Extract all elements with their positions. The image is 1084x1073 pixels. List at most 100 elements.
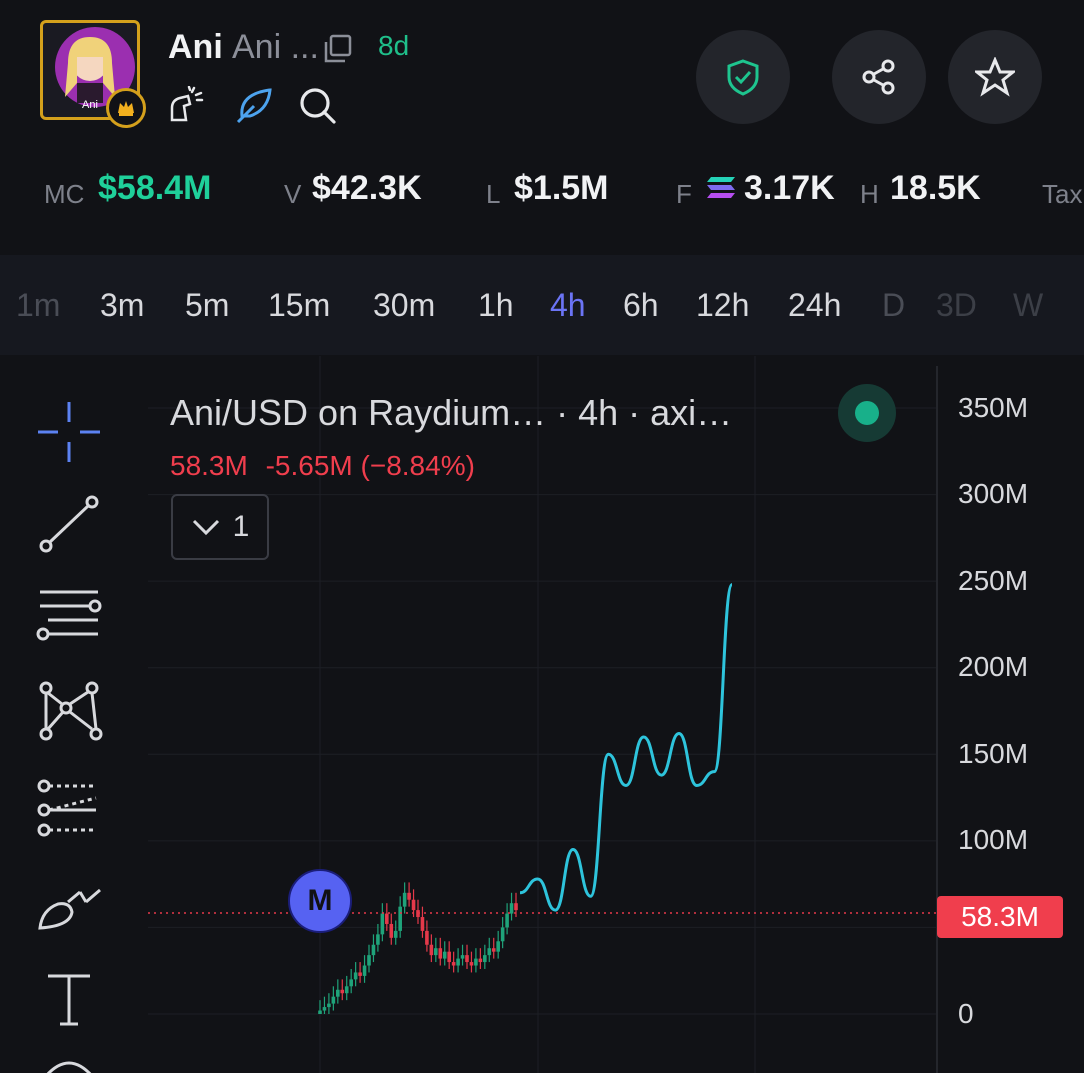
candle-body <box>353 972 358 980</box>
feather-icon[interactable] <box>234 86 274 131</box>
current-price-tag: 58.3M <box>937 896 1063 938</box>
share-button[interactable] <box>832 30 926 124</box>
token-header: Ani Ani Ani ... 8d <box>0 0 1084 150</box>
tab-24h[interactable]: 24h <box>788 287 841 324</box>
tab-4h[interactable]: 4h <box>550 287 586 324</box>
candle-body <box>509 903 514 914</box>
candle-body <box>367 955 371 966</box>
candle-body <box>487 948 492 956</box>
candle-body <box>500 927 505 942</box>
candle-body <box>380 913 385 935</box>
candle-body <box>398 906 402 931</box>
candle-body <box>402 892 407 907</box>
token-symbol: Ani ... <box>232 28 319 66</box>
candle-body <box>411 899 416 911</box>
stat-value-f: 3.17K <box>744 169 835 207</box>
live-status-indicator <box>838 384 896 442</box>
stat-label-v: V <box>284 179 302 209</box>
token-stats: MC $58.4M V $42.3K L $1.5M F 3.17K H 18.… <box>0 165 1084 210</box>
candle-body <box>451 962 456 966</box>
chart-last-price: 58.3M <box>170 450 248 481</box>
candle-body <box>514 903 518 911</box>
candle-body <box>447 951 451 963</box>
tab-1h[interactable]: 1h <box>478 287 514 324</box>
trend-line-icon[interactable] <box>34 492 104 561</box>
y-tick-100M: 100M <box>958 824 1029 855</box>
candle-body <box>371 944 376 956</box>
candle-body <box>420 917 425 931</box>
candle-body <box>456 958 460 966</box>
candle-body <box>318 1010 322 1014</box>
candle-body <box>434 948 438 956</box>
tab-1m[interactable]: 1m <box>16 287 60 324</box>
candle-body <box>393 930 398 938</box>
token-age: 8d <box>378 30 410 61</box>
tab-12h[interactable]: 12h <box>696 287 749 324</box>
copy-icon[interactable] <box>322 33 354 70</box>
stat-label-mc: MC <box>44 179 85 209</box>
tab-d[interactable]: D <box>882 287 905 324</box>
token-name: Ani <box>168 28 223 66</box>
stat-value-mc: $58.4M <box>98 169 212 207</box>
crown-badge-icon <box>106 88 146 128</box>
y-tick-350M: 350M <box>958 392 1029 423</box>
candle-body <box>376 934 380 945</box>
fib-lines-icon[interactable] <box>34 584 104 653</box>
candle-body <box>491 948 496 952</box>
candle-body <box>438 948 443 959</box>
solana-icon <box>706 175 736 206</box>
stat-value-h: 18.5K <box>890 169 981 207</box>
brush-icon[interactable] <box>34 872 104 941</box>
candle-body <box>429 944 434 956</box>
tab-30m[interactable]: 30m <box>373 287 435 324</box>
candle-body <box>385 913 389 924</box>
stat-value-v: $42.3K <box>312 169 422 207</box>
candle-body <box>425 930 429 945</box>
stat-label-f: F <box>676 179 692 209</box>
tab-5m[interactable]: 5m <box>185 287 229 324</box>
tab-6h[interactable]: 6h <box>623 287 659 324</box>
shield-check-icon <box>727 59 759 96</box>
indicators-toggle[interactable]: 1 <box>171 494 269 560</box>
more-tools-icon[interactable] <box>34 1056 104 1073</box>
crosshair-icon[interactable] <box>34 400 104 469</box>
candle-body <box>496 941 500 952</box>
text-icon[interactable] <box>34 968 104 1037</box>
favorite-button[interactable] <box>948 30 1042 124</box>
price-line <box>519 583 734 912</box>
candle-body <box>460 955 465 959</box>
candle-body <box>505 913 509 928</box>
y-tick-150M: 150M <box>958 738 1029 769</box>
candle-body <box>442 951 447 959</box>
candle-body <box>465 955 469 963</box>
y-tick-0: 0 <box>958 998 974 1029</box>
stat-label-h: H <box>860 179 879 209</box>
price-chart[interactable] <box>0 356 1084 1073</box>
tab-w[interactable]: W <box>1013 287 1043 324</box>
search-icon[interactable] <box>298 86 338 131</box>
candle-body <box>469 962 474 966</box>
candle-body <box>483 955 487 963</box>
chevron-down-icon <box>192 519 219 536</box>
y-tick-200M: 200M <box>958 651 1029 682</box>
tab-3d[interactable]: 3D <box>936 287 977 324</box>
tab-3m[interactable]: 3m <box>100 287 144 324</box>
migration-marker[interactable]: M <box>288 869 352 933</box>
candle-body <box>322 1007 327 1011</box>
chart-change: -5.65M (−8.84%) <box>265 450 475 481</box>
candle-body <box>478 958 483 963</box>
chart-area[interactable]: Ani/USD on Raydium… · 4h · axi… 58.3M -5… <box>0 356 1084 1073</box>
candle-body <box>340 989 345 994</box>
pattern-icon[interactable] <box>34 678 104 747</box>
indicator-count: 1 <box>232 510 250 543</box>
candle-body <box>336 989 340 997</box>
security-button[interactable] <box>696 30 790 124</box>
candle-body <box>407 892 411 900</box>
candle-body <box>327 1003 331 1008</box>
pump-icon[interactable] <box>166 85 206 131</box>
forecast-icon[interactable] <box>34 774 104 843</box>
stat-label-l: L <box>486 179 501 209</box>
tab-15m[interactable]: 15m <box>268 287 330 324</box>
chart-ohlc: 58.3M -5.65M (−8.84%) <box>170 450 475 482</box>
y-tick-250M: 250M <box>958 565 1029 596</box>
